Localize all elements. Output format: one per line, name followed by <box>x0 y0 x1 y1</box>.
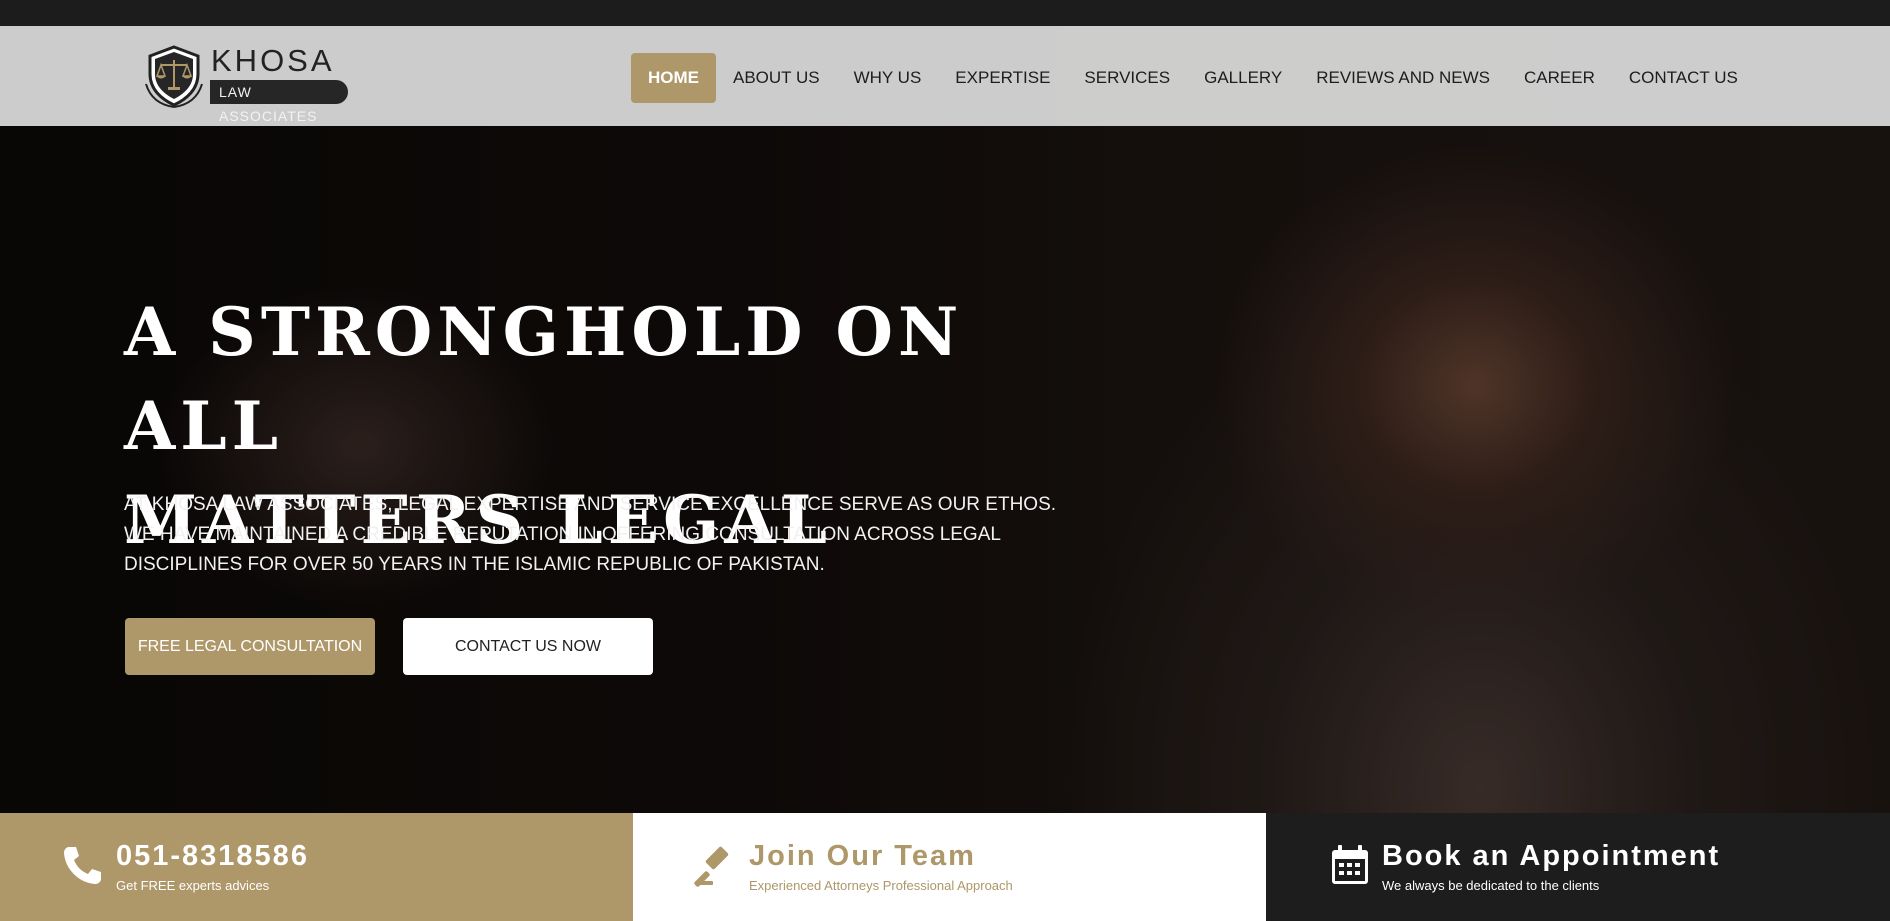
hero-headline-line1: A STRONGHOLD ON ALL <box>124 293 964 465</box>
top-strip <box>0 0 1890 26</box>
contact-us-now-button[interactable]: CONTACT US NOW <box>403 618 653 675</box>
phone-subtitle: Get FREE experts advices <box>116 878 270 893</box>
logo-subtitle-text: LAW ASSOCIATES <box>210 80 348 124</box>
nav-contact-us[interactable]: CONTACT US <box>1612 53 1755 103</box>
calendar-icon <box>1332 845 1368 884</box>
nav-expertise[interactable]: EXPERTISE <box>938 53 1067 103</box>
main-navigation: HOME ABOUT US WHY US EXPERTISE SERVICES … <box>631 53 1755 103</box>
gavel-icon <box>694 846 729 887</box>
phone-number[interactable]: 051-8318586 <box>116 839 309 873</box>
join-team-title[interactable]: Join Our Team <box>749 839 976 873</box>
phone-panel[interactable]: 051-8318586 Get FREE experts advices <box>0 813 633 921</box>
scales-shield-logo-icon <box>145 45 203 108</box>
hero-intro-text: AT KHOSA LAW ASSOCIATES, LEGAL EXPERTISE… <box>124 494 1057 575</box>
join-team-subtitle: Experienced Attorneys Professional Appro… <box>749 878 1013 893</box>
nav-why-us[interactable]: WHY US <box>837 53 939 103</box>
site-header: KHOSA LAW ASSOCIATES HOME ABOUT US WHY U… <box>0 26 1890 126</box>
nav-about-us[interactable]: ABOUT US <box>716 53 837 103</box>
book-appointment-subtitle: We always be dedicated to the clients <box>1382 878 1600 893</box>
bottom-info-bar: 051-8318586 Get FREE experts advices Joi… <box>0 813 1890 921</box>
nav-career[interactable]: CAREER <box>1507 53 1612 103</box>
phone-icon <box>64 847 101 884</box>
nav-home[interactable]: HOME <box>631 53 716 103</box>
nav-gallery[interactable]: GALLERY <box>1187 53 1299 103</box>
nav-services[interactable]: SERVICES <box>1067 53 1187 103</box>
nav-reviews-and-news[interactable]: REVIEWS AND NEWS <box>1299 53 1507 103</box>
site-logo[interactable]: KHOSA LAW ASSOCIATES <box>142 42 348 124</box>
book-appointment-title[interactable]: Book an Appointment <box>1382 839 1720 873</box>
join-team-panel[interactable]: Join Our Team Experienced Attorneys Prof… <box>633 813 1266 921</box>
logo-name-text: KHOSA <box>211 43 335 78</box>
free-legal-consultation-button[interactable]: FREE LEGAL CONSULTATION <box>125 618 375 675</box>
book-appointment-panel[interactable]: Book an Appointment We always be dedicat… <box>1266 813 1890 921</box>
